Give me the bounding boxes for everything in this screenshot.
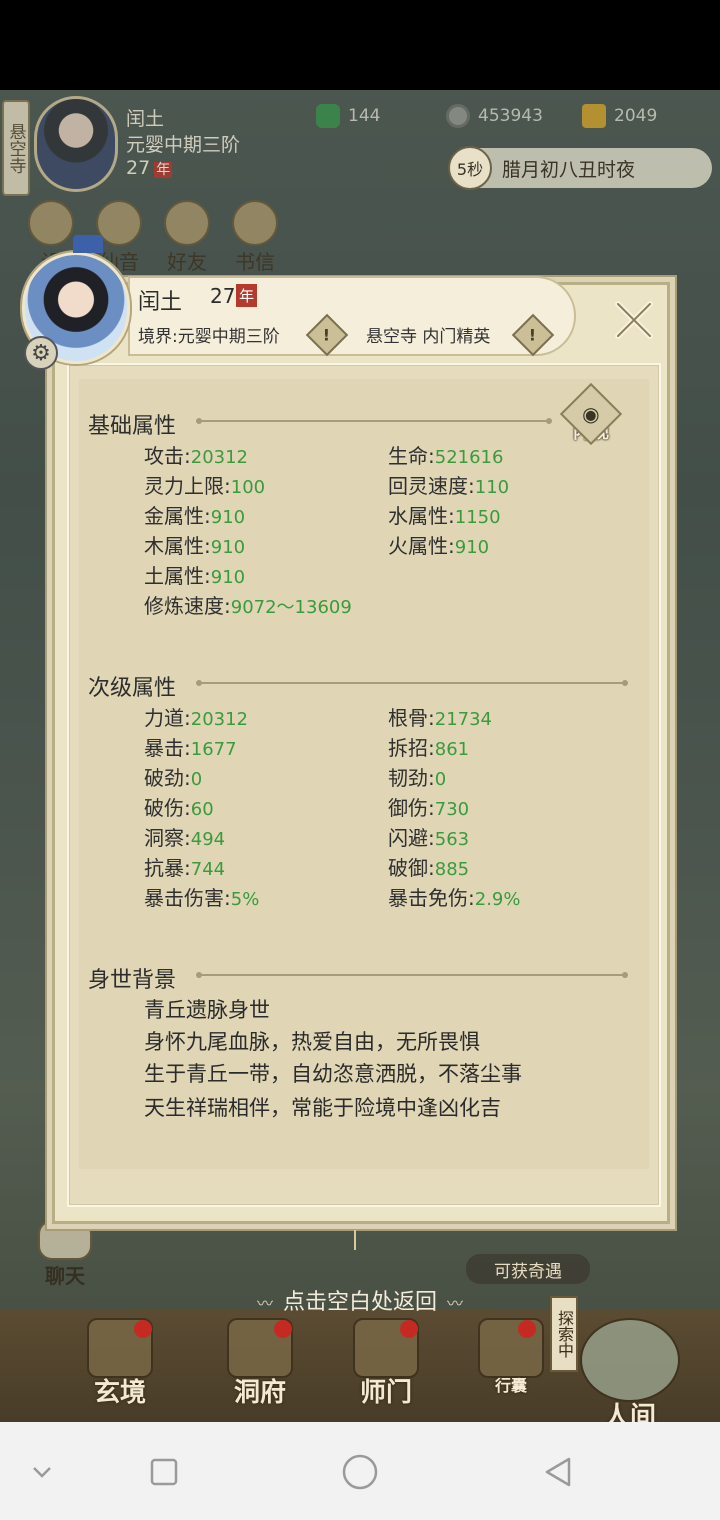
back-icon[interactable] bbox=[538, 1452, 578, 1492]
background-line: 身怀九尾血脉，热爱自由，无所畏惧 bbox=[144, 1030, 480, 1054]
game-time[interactable]: 5秒 腊月初八丑时夜 bbox=[448, 146, 712, 190]
chat-button[interactable]: 聊天 bbox=[34, 1220, 96, 1288]
recent-apps-icon[interactable] bbox=[144, 1452, 184, 1492]
sect-side-tag[interactable]: 悬空寺 bbox=[2, 100, 30, 196]
basic-attributes-title: 基础属性 bbox=[88, 414, 177, 439]
time-text: 腊月初八丑时夜 bbox=[502, 158, 636, 181]
gold-resource[interactable]: 2049 bbox=[582, 104, 657, 128]
attr-life: 生命:521616 bbox=[388, 444, 504, 468]
mail-icon bbox=[232, 200, 278, 246]
attr-fire: 火属性:910 bbox=[388, 534, 490, 558]
attr-water: 水属性:1150 bbox=[388, 504, 501, 528]
nav-renjian[interactable]: 人间 bbox=[570, 1318, 690, 1432]
attr-spirit-regen: 回灵速度:110 bbox=[388, 474, 510, 498]
background-line: 天生祥瑞相伴，常能于险境中逢凶化吉 bbox=[144, 1096, 501, 1120]
hud-player-name: 闰土 bbox=[126, 108, 165, 130]
status-bar bbox=[0, 0, 720, 90]
dialog-pin bbox=[354, 1230, 364, 1250]
close-icon bbox=[615, 301, 653, 339]
coin-icon bbox=[446, 104, 470, 128]
settings-icon bbox=[28, 200, 74, 246]
attr-attack: 攻击:20312 bbox=[144, 444, 249, 468]
nav-dongfu[interactable]: 洞府 bbox=[210, 1318, 310, 1414]
jade-icon bbox=[316, 104, 340, 128]
character-name: 闰土 bbox=[138, 290, 183, 315]
return-hint: 点击空白处返回 bbox=[0, 1284, 720, 1316]
background-line: 青丘遗脉身世 bbox=[144, 998, 270, 1022]
character-realm: 境界:元婴中期三阶 bbox=[138, 327, 280, 347]
gold-count: 2049 bbox=[614, 106, 658, 126]
attr-damage-defense: 御伤:730 bbox=[388, 796, 470, 820]
friends-icon bbox=[164, 200, 210, 246]
section-divider bbox=[196, 418, 552, 424]
friends-shortcut[interactable]: 好友 bbox=[160, 200, 214, 275]
background-line: 生于青丘一带，自幼恣意洒脱，不落尘事 bbox=[144, 1062, 522, 1086]
mail-shortcut[interactable]: 书信 bbox=[228, 200, 282, 275]
background-title: 身世背景 bbox=[88, 968, 177, 993]
attr-constitution: 根骨:21734 bbox=[388, 706, 493, 730]
nav-xuanjing[interactable]: 玄境 bbox=[70, 1318, 170, 1414]
attr-dodge: 闪避:563 bbox=[388, 826, 470, 850]
hud-player-realm: 元婴中期三阶 bbox=[126, 134, 241, 156]
section-divider bbox=[196, 972, 628, 978]
attr-insight: 洞察:494 bbox=[144, 826, 226, 850]
notification-dot bbox=[518, 1320, 536, 1338]
character-age: 27 bbox=[210, 284, 236, 308]
coin-resource[interactable]: 453943 bbox=[446, 104, 543, 128]
attr-break-damage: 破伤:60 bbox=[144, 796, 214, 820]
coin-count: 453943 bbox=[478, 106, 543, 126]
attr-crit: 暴击:1677 bbox=[144, 736, 237, 760]
gear-icon[interactable]: ⚙ bbox=[24, 336, 58, 370]
secondary-attributes-title: 次级属性 bbox=[88, 676, 177, 701]
landscape-icon bbox=[580, 1318, 680, 1402]
attr-toughness: 韧劲:0 bbox=[388, 766, 447, 790]
attr-strength: 力道:20312 bbox=[144, 706, 249, 730]
close-button[interactable] bbox=[598, 290, 670, 350]
time-seconds: 5秒 bbox=[448, 146, 492, 190]
inner-view-button[interactable]: ◉ 内视 bbox=[559, 382, 623, 454]
home-icon[interactable] bbox=[340, 1452, 380, 1492]
hud-age-value: 27 bbox=[126, 157, 151, 179]
character-age-tag: 年 bbox=[236, 284, 258, 307]
attr-crit-reduction: 暴击免伤:2.9% bbox=[388, 886, 521, 910]
gold-icon bbox=[582, 104, 606, 128]
attr-spirit-max: 灵力上限:100 bbox=[144, 474, 266, 498]
hud-player-age: 27 年 bbox=[126, 157, 173, 179]
attr-earth: 土属性:910 bbox=[144, 564, 246, 588]
jade-resource[interactable]: 144 bbox=[316, 104, 380, 128]
notification-dot bbox=[134, 1320, 152, 1338]
attr-metal: 金属性:910 bbox=[144, 504, 246, 528]
nav-shimen[interactable]: 师门 bbox=[336, 1318, 436, 1414]
attr-parry: 拆招:861 bbox=[388, 736, 470, 760]
attr-break-force: 破劲:0 bbox=[144, 766, 203, 790]
section-divider bbox=[196, 680, 628, 686]
attr-crit-resist: 抗暴:744 bbox=[144, 856, 226, 880]
character-sect: 悬空寺 内门精英 bbox=[366, 327, 491, 347]
nav-xingnang[interactable]: 行囊 bbox=[468, 1318, 554, 1414]
chat-bubble-icon bbox=[38, 1220, 92, 1260]
jade-count: 144 bbox=[348, 106, 381, 126]
hud-age-tag: 年 bbox=[154, 162, 173, 178]
chevron-down-icon[interactable] bbox=[22, 1452, 62, 1492]
attr-wood: 木属性:910 bbox=[144, 534, 246, 558]
attr-crit-damage: 暴击伤害:5% bbox=[144, 886, 260, 910]
attr-cultivation-speed: 修炼速度:9072～13609 bbox=[144, 594, 352, 618]
system-nav-bar bbox=[0, 1422, 720, 1520]
attr-break-defense: 破御:885 bbox=[388, 856, 470, 880]
crown-icon bbox=[73, 235, 103, 253]
hud-avatar[interactable] bbox=[34, 96, 118, 192]
encounter-button[interactable]: 可获奇遇 bbox=[466, 1254, 590, 1284]
notification-dot bbox=[400, 1320, 418, 1338]
notification-dot bbox=[274, 1320, 292, 1338]
